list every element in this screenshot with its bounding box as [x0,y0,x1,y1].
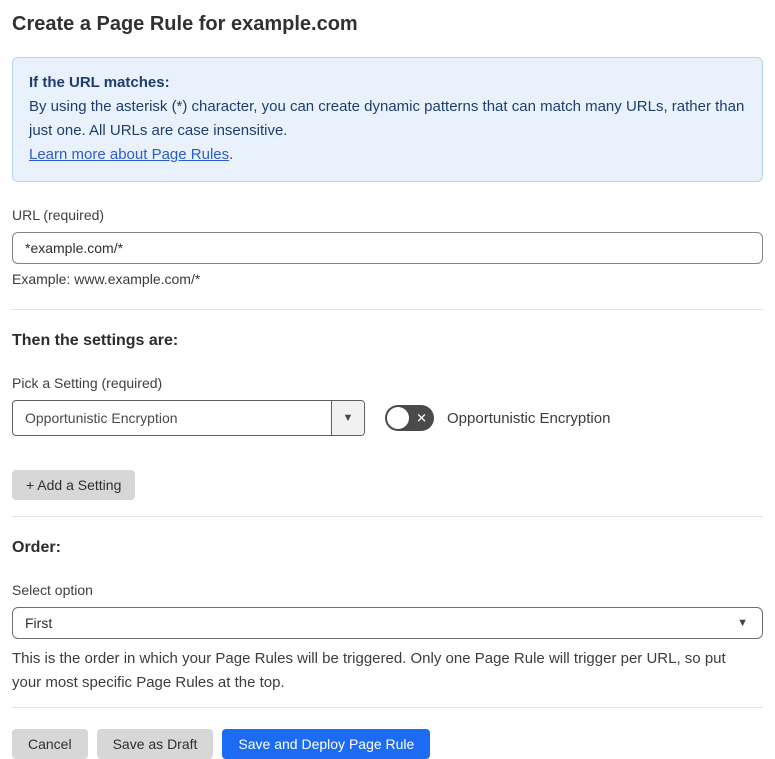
url-field-label: URL (required) [12,207,105,223]
info-box-heading: If the URL matches: [29,74,170,91]
divider [12,309,763,310]
opportunistic-encryption-toggle[interactable]: ✕ [385,405,434,431]
info-box-body: By using the asterisk (*) character, you… [29,98,745,139]
order-select-label: Select option [12,582,93,598]
save-and-deploy-button[interactable]: Save and Deploy Page Rule [222,729,431,759]
toggle-off-x-icon: ✕ [416,410,427,426]
url-input[interactable] [12,232,763,264]
divider [12,707,763,708]
url-matches-info-box: If the URL matches: By using the asteris… [12,57,763,182]
setting-dropdown-value: Opportunistic Encryption [25,410,178,426]
chevron-down-icon[interactable]: ▼ [331,401,364,435]
footer-buttons: Cancel Save as Draft Save and Deploy Pag… [12,729,763,759]
pick-setting-label: Pick a Setting (required) [12,375,163,391]
add-setting-button[interactable]: + Add a Setting [12,470,136,500]
toggle-knob [387,407,409,429]
toggle-label: Opportunistic Encryption [447,409,611,427]
chevron-down-icon: ▼ [737,617,748,629]
info-box-link-line: Learn more about Page Rules. [29,143,746,167]
link-period: . [229,146,234,163]
learn-more-link[interactable]: Learn more about Page Rules [29,146,229,163]
page-title: Create a Page Rule for example.com [12,13,358,35]
order-select[interactable]: First ▼ [12,607,763,639]
order-section-heading: Order: [12,539,61,556]
setting-row: Opportunistic Encryption ▼ ✕ Opportunist… [12,400,763,436]
page-rule-form: Create a Page Rule for example.com If th… [0,0,775,759]
order-select-value: First [25,615,53,631]
order-help-text: This is the order in which your Page Rul… [12,650,726,691]
cancel-button[interactable]: Cancel [12,729,88,759]
url-example-text: Example: www.example.com/* [12,271,201,287]
setting-dropdown[interactable]: Opportunistic Encryption ▼ [12,400,365,436]
settings-section-heading: Then the settings are: [12,332,179,349]
divider [12,516,763,517]
save-as-draft-button[interactable]: Save as Draft [96,729,214,759]
